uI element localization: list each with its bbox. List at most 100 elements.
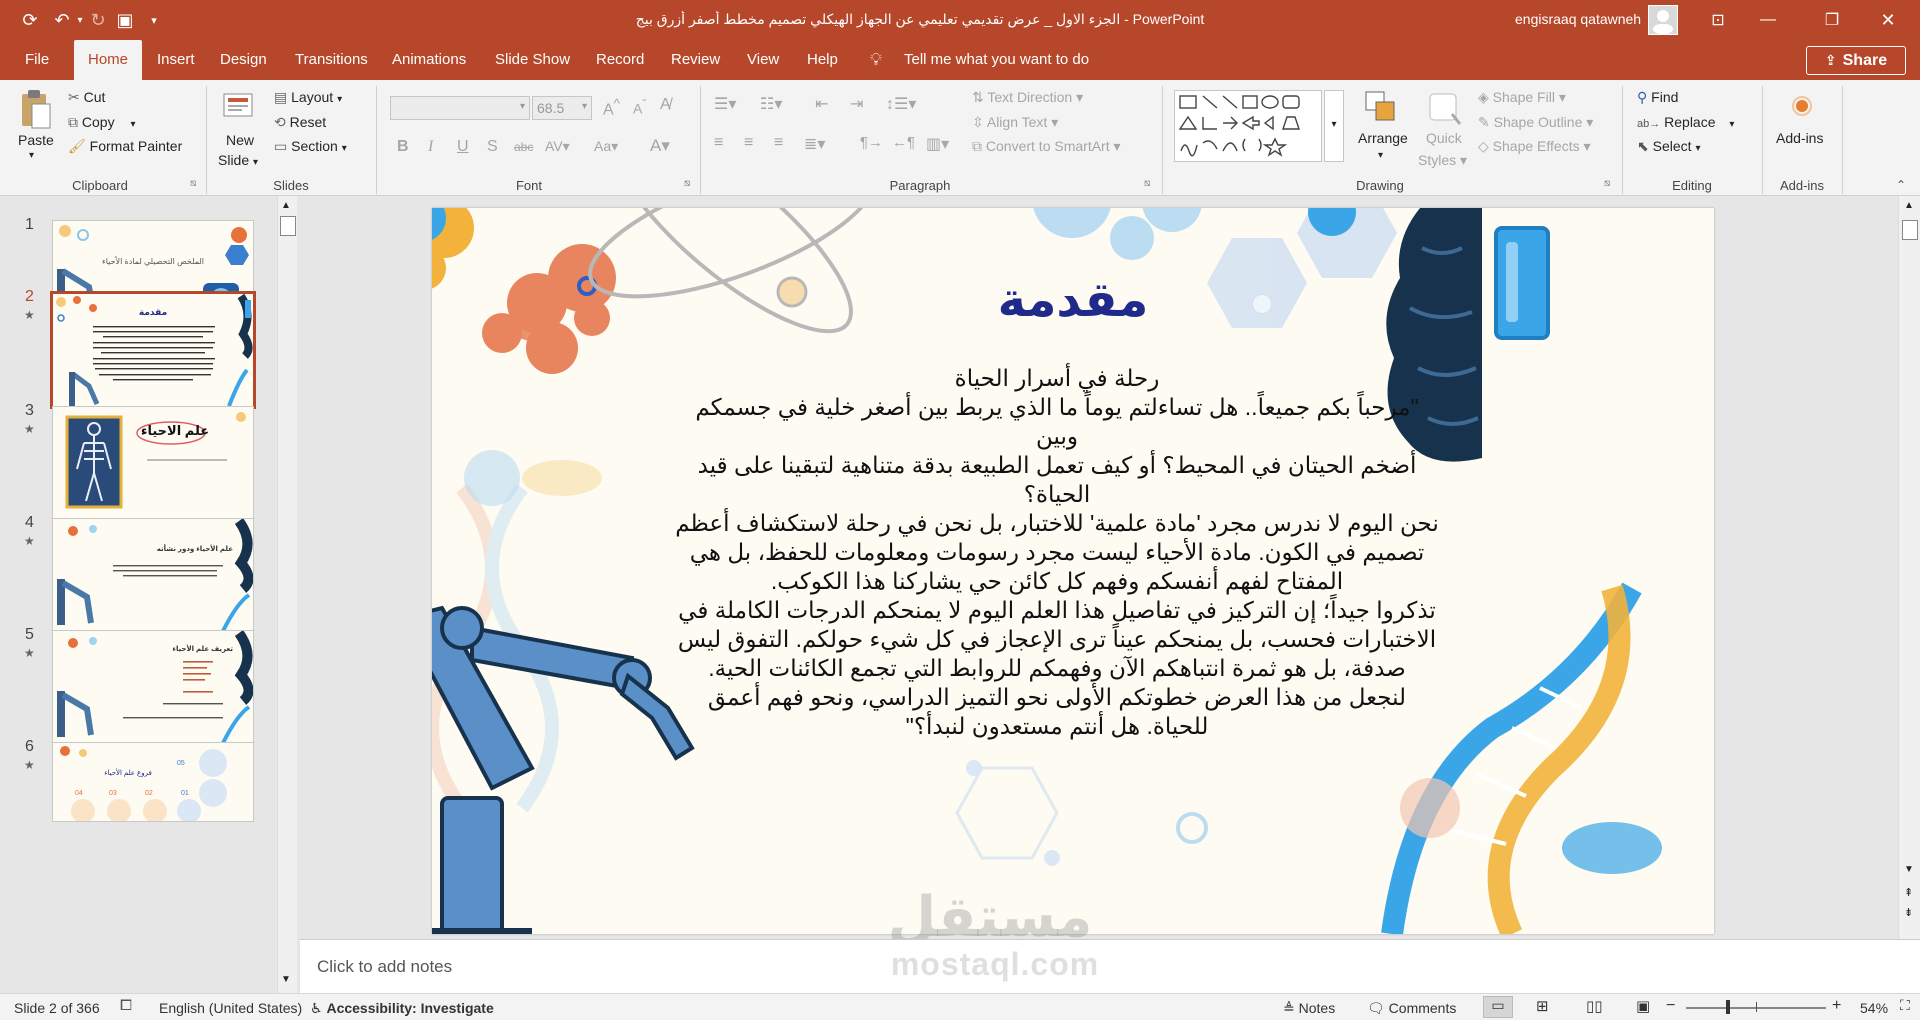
cut-button[interactable]: ✂ Cut [68,89,105,106]
add-ins-icon[interactable] [1790,94,1814,122]
slide-body-text[interactable]: رحلة في أسرار الحياة "مرحباً بكم جميعاً.… [672,364,1442,741]
comments-button[interactable]: 🗨︎ Comments [1367,1000,1456,1017]
zoom-slider-thumb[interactable] [1726,1000,1730,1014]
collapse-ribbon-icon[interactable]: ⌃ [1896,178,1906,192]
language-status[interactable]: English (United States) [159,1000,302,1016]
quick-styles-icon[interactable] [1424,88,1464,132]
new-slide-button[interactable]: Slide ▾ [218,152,258,168]
tab-transitions[interactable]: Transitions [295,40,368,80]
ltr-icon[interactable]: ¶→ [860,134,883,151]
slide-thumbnail-3[interactable]: علم الاحياء [52,406,254,520]
slide-scrollbar[interactable]: ▲ ▼ ⇞ ⇟ [1898,196,1920,939]
paste-icon[interactable] [18,88,54,129]
arrange-button[interactable]: Arrange [1358,130,1408,146]
align-text-button[interactable]: ⇳ Align Text ▾ [972,114,1058,131]
drawing-launcher-icon[interactable]: ⧅ [1604,178,1610,189]
tab-home[interactable]: Home [74,40,143,80]
tab-view[interactable]: View [747,40,779,80]
add-ins-button[interactable]: Add-ins [1776,130,1823,146]
quick-styles-label-1[interactable]: Quick [1426,130,1462,146]
tab-record[interactable]: Record [596,40,644,80]
minimize-icon[interactable]: — [1756,8,1780,32]
scroll-up-icon[interactable]: ▲ [1904,200,1914,211]
paste-dropdown-icon[interactable]: ▾ [29,150,34,161]
customize-toolbar-icon[interactable]: ▾ [142,8,166,32]
increase-font-icon[interactable]: A^ [603,96,620,119]
spelling-icon[interactable]: ⧠ [120,997,132,1014]
slide-title[interactable]: مقدمة [432,272,1714,328]
reading-view-icon[interactable]: ▯▯ [1586,997,1603,1015]
convert-smartart-button[interactable]: ⧉ Convert to SmartArt ▾ [972,138,1121,155]
align-right-icon[interactable]: ≡ [774,134,783,152]
zoom-out-icon[interactable]: − [1666,997,1675,1015]
tell-me-search[interactable]: Tell me what you want to do [904,40,1089,80]
new-slide-icon[interactable] [220,88,256,128]
copy-button[interactable]: ⧉ Copy ▾ [68,114,136,131]
layout-button[interactable]: ▤ Layout ▾ [274,89,342,106]
tab-design[interactable]: Design [220,40,267,80]
font-color-icon[interactable]: A▾ [650,136,670,156]
slide-thumbnail-5[interactable]: تعريف علم الأحياء [52,630,254,744]
shape-fill-button[interactable]: ◈ Shape Fill ▾ [1478,89,1566,106]
shape-effects-button[interactable]: ◇ Shape Effects ▾ [1478,138,1591,155]
scrollbar-thumb[interactable] [280,216,296,236]
slide-thumbnail-2[interactable]: مقدمة [50,291,256,409]
scroll-down-icon[interactable]: ▼ [281,974,291,985]
tab-file[interactable]: File [25,40,49,80]
underline-icon[interactable]: U [457,138,469,156]
text-direction-button[interactable]: ⇅ Text Direction ▾ [972,89,1083,106]
redo-icon[interactable]: ↻ [86,8,110,32]
select-button[interactable]: ⬉ Select ▾ [1637,138,1700,155]
normal-view-icon[interactable]: ▭ [1483,996,1513,1018]
zoom-in-icon[interactable]: + [1832,997,1841,1015]
rtl-icon[interactable]: ←¶ [892,134,915,151]
arrange-dropdown-icon[interactable]: ▾ [1378,150,1383,161]
text-shadow-icon[interactable]: S [487,138,498,156]
user-name[interactable]: engisraaq qatawneh [1515,11,1641,27]
fit-to-window-icon[interactable]: ⛶ [1900,997,1910,1014]
close-icon[interactable]: ✕ [1876,8,1900,32]
copy-dropdown-icon[interactable]: ▾ [130,119,135,130]
autosave-icon[interactable]: ⟳ [18,8,42,32]
shape-outline-button[interactable]: ✎ Shape Outline ▾ [1478,114,1593,131]
tab-help[interactable]: Help [807,40,838,80]
quick-styles-button[interactable]: Styles ▾ [1418,152,1467,169]
slide-counter[interactable]: Slide 2 of 366 [14,1000,100,1016]
reset-button[interactable]: ⟲ Reset [274,114,326,131]
paragraph-launcher-icon[interactable]: ⧅ [1144,178,1150,189]
font-name-combobox[interactable]: ▾ [390,96,530,120]
slide-thumbnail-6[interactable]: 05 04 03 02 01 فروع علم الأحياء [52,742,254,822]
shapes-more-icon[interactable]: ▾ [1324,90,1344,162]
slide-show-icon[interactable]: ▣ [1636,997,1650,1015]
scroll-down-icon[interactable]: ▼ [1904,864,1914,875]
previous-slide-icon[interactable]: ⇞ [1904,886,1913,899]
tab-slide-show[interactable]: Slide Show [495,40,570,80]
ribbon-display-icon[interactable]: ⊡ [1706,8,1730,32]
share-button[interactable]: ⇪ Share [1806,46,1906,75]
justify-icon[interactable]: ≣▾ [804,134,825,154]
numbering-icon[interactable]: ☷▾ [760,94,782,114]
character-spacing-icon[interactable]: AV▾ [545,138,570,155]
accessibility-button[interactable]: ♿︎ Accessibility: Investigate [310,1000,494,1017]
change-case-icon[interactable]: Aa▾ [594,138,618,155]
font-size-combobox[interactable]: 68.5 ▾ [532,96,592,120]
paste-button[interactable]: Paste [18,132,54,148]
next-slide-icon[interactable]: ⇟ [1904,906,1913,919]
columns-icon[interactable]: ▥▾ [926,134,949,154]
align-left-icon[interactable]: ≡ [714,134,723,152]
scrollbar-thumb[interactable] [1902,220,1918,240]
tab-insert[interactable]: Insert [157,40,195,80]
notes-pane[interactable]: Click to add notes mostaql.com [300,939,1920,993]
notes-button[interactable]: ≜ Notes [1283,1000,1335,1017]
font-launcher-icon[interactable]: ⧅ [684,178,690,189]
tab-review[interactable]: Review [671,40,720,80]
align-center-icon[interactable]: ≡ [744,134,753,152]
bold-icon[interactable]: B [397,138,409,156]
present-icon[interactable]: ▣ [113,8,137,32]
strikethrough-icon[interactable]: abc [514,140,533,154]
slide-thumbnail-4[interactable]: علم الأحياء ودور نشأته [52,518,254,632]
clipboard-launcher-icon[interactable]: ⧅ [190,178,196,189]
shapes-gallery[interactable] [1174,90,1322,162]
scroll-up-icon[interactable]: ▲ [281,200,291,211]
notes-placeholder[interactable]: Click to add notes [317,957,452,977]
